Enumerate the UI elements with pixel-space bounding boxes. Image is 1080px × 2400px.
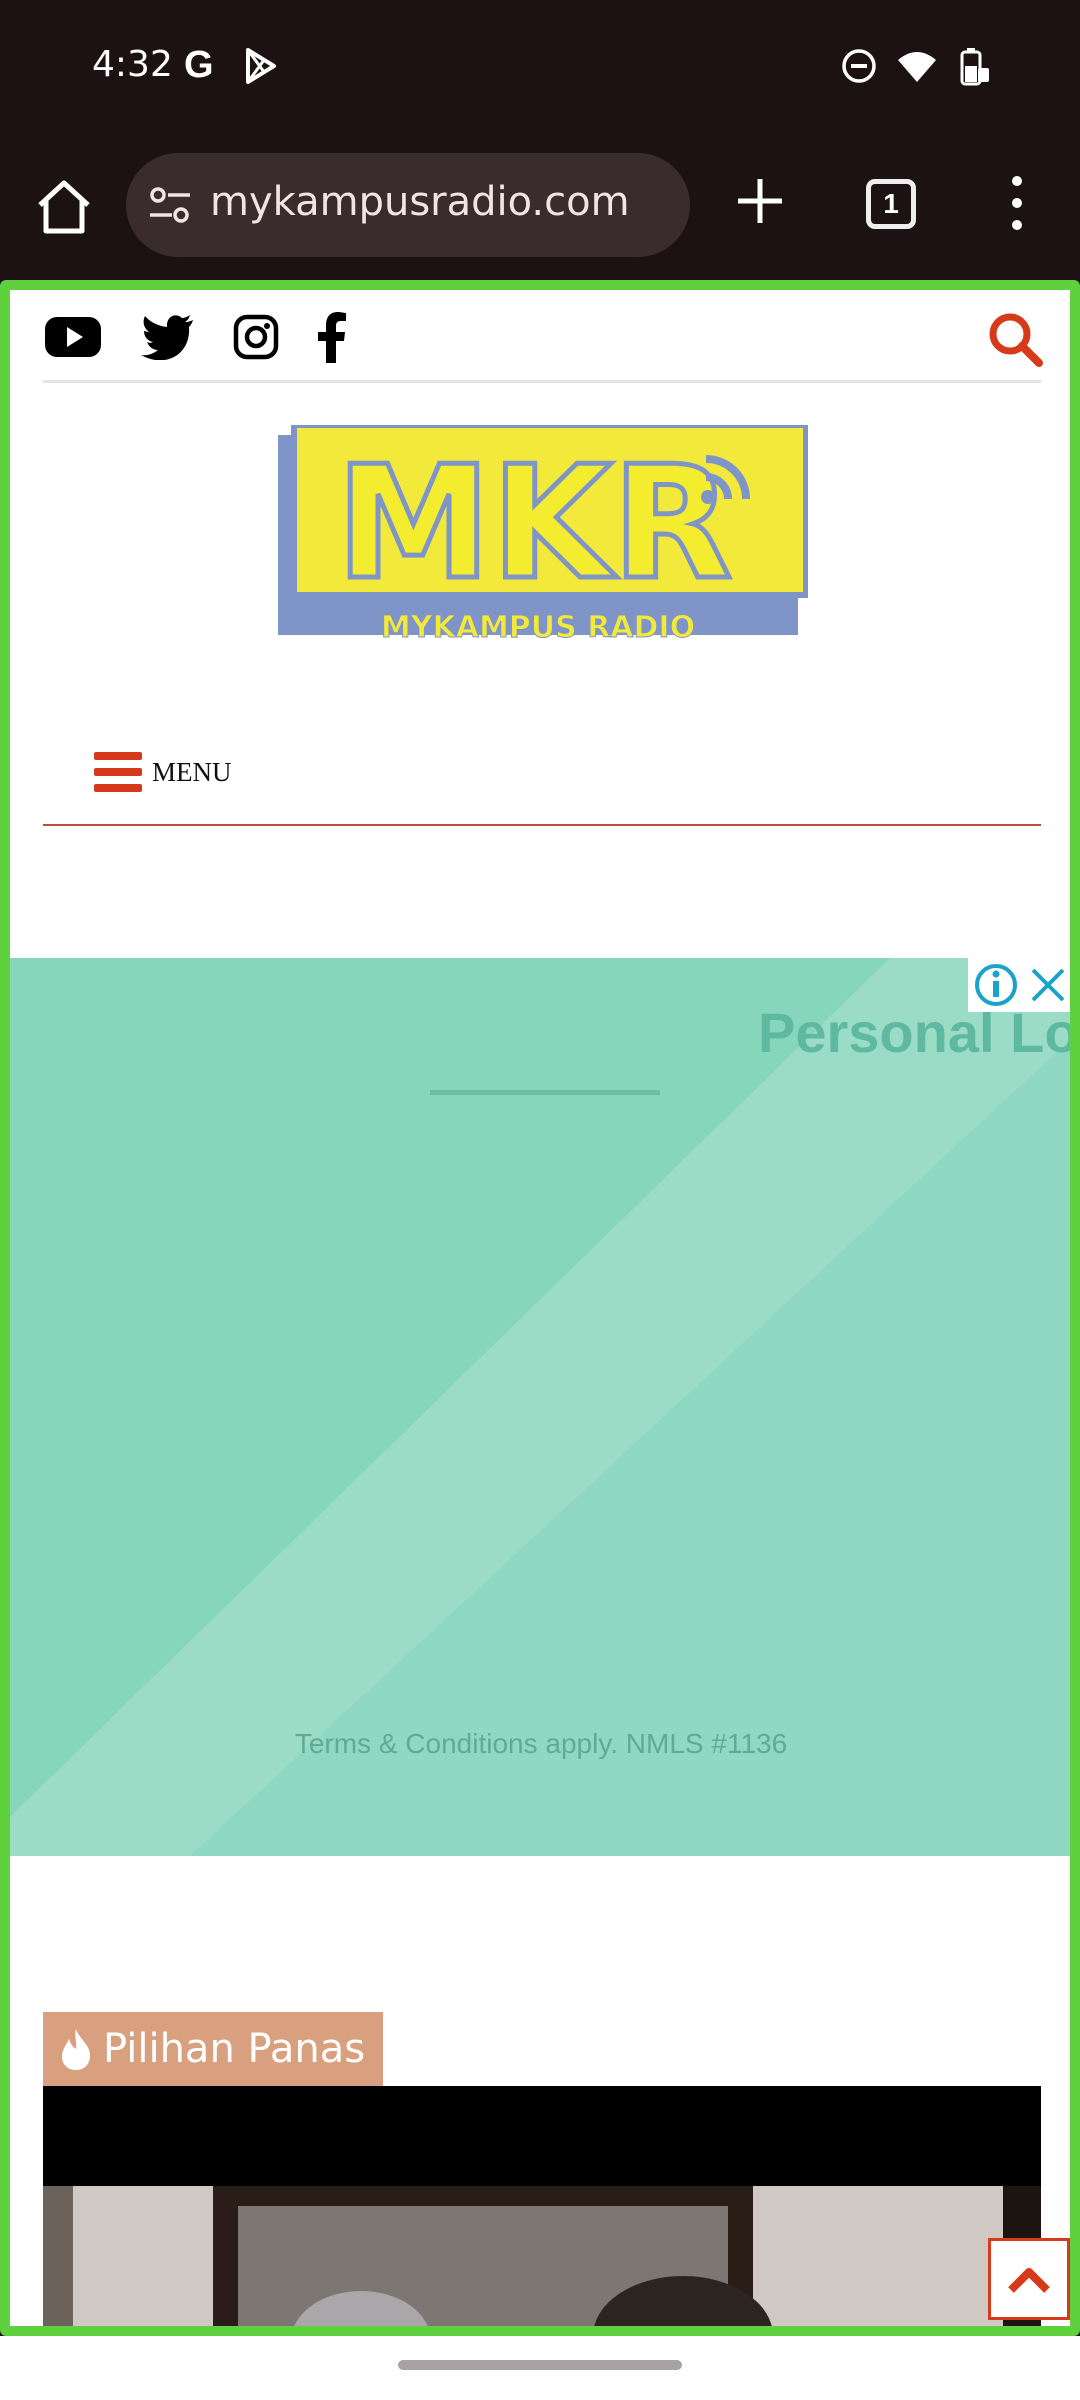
social-links [43, 304, 347, 370]
hamburger-icon [94, 752, 142, 792]
tab-switcher-icon[interactable]: 1 [866, 179, 916, 229]
search-icon[interactable] [986, 310, 1044, 368]
wifi-icon [898, 52, 936, 82]
chevron-up-icon [1008, 2268, 1050, 2293]
site-logo[interactable]: MKR MYKAMPUS RADIO [278, 425, 808, 665]
section-title: Pilihan Panas [103, 2026, 366, 2072]
url-text[interactable]: mykampusradio.com [210, 179, 630, 225]
status-icons [840, 46, 990, 86]
web-page: MKR MYKAMPUS RADIO MENU Personal Loa Ter… [0, 280, 1080, 2336]
more-options-icon[interactable] [1000, 171, 1034, 235]
ad-controls [968, 958, 1070, 1012]
header-divider [43, 380, 1041, 383]
home-icon[interactable] [32, 175, 96, 239]
facebook-icon[interactable] [317, 311, 347, 363]
twitter-icon[interactable] [141, 314, 195, 360]
do-not-disturb-icon [842, 49, 876, 83]
ad-terms: Terms & Conditions apply. NMLS #1136 [294, 1728, 788, 1759]
article-thumbnail[interactable] [43, 2086, 1041, 2326]
status-time: 4:32 [92, 44, 173, 85]
home-indicator[interactable] [398, 2360, 682, 2370]
browser-toolbar: mykampusradio.com 1 [0, 135, 1080, 280]
fire-icon [62, 2029, 91, 2070]
nav-divider [43, 824, 1041, 826]
instagram-icon[interactable] [233, 314, 279, 360]
status-bar: 4:32 G [0, 0, 1080, 135]
url-bar[interactable]: mykampusradio.com [126, 153, 690, 257]
site-settings-icon[interactable] [148, 185, 192, 225]
youtube-icon[interactable] [43, 315, 103, 359]
scroll-to-top-button[interactable] [988, 2238, 1070, 2320]
ad-info-icon[interactable] [973, 962, 1019, 1008]
new-tab-icon[interactable] [730, 171, 790, 231]
ad-background [10, 958, 1070, 1856]
section-badge: Pilihan Panas [43, 2012, 384, 2086]
logo-subtext: MYKAMPUS RADIO [381, 610, 695, 645]
advertisement[interactable]: Personal Loa Terms & Conditions apply. N… [10, 958, 1070, 1856]
play-store-icon [246, 48, 276, 84]
logo-text: MKR [336, 432, 732, 614]
battery-icon [960, 48, 989, 86]
article-image [43, 2086, 1041, 2326]
google-icon: G [184, 44, 214, 86]
menu-button[interactable]: MENU [94, 750, 232, 794]
menu-label: MENU [152, 756, 232, 787]
ad-close-icon[interactable] [1029, 966, 1067, 1004]
